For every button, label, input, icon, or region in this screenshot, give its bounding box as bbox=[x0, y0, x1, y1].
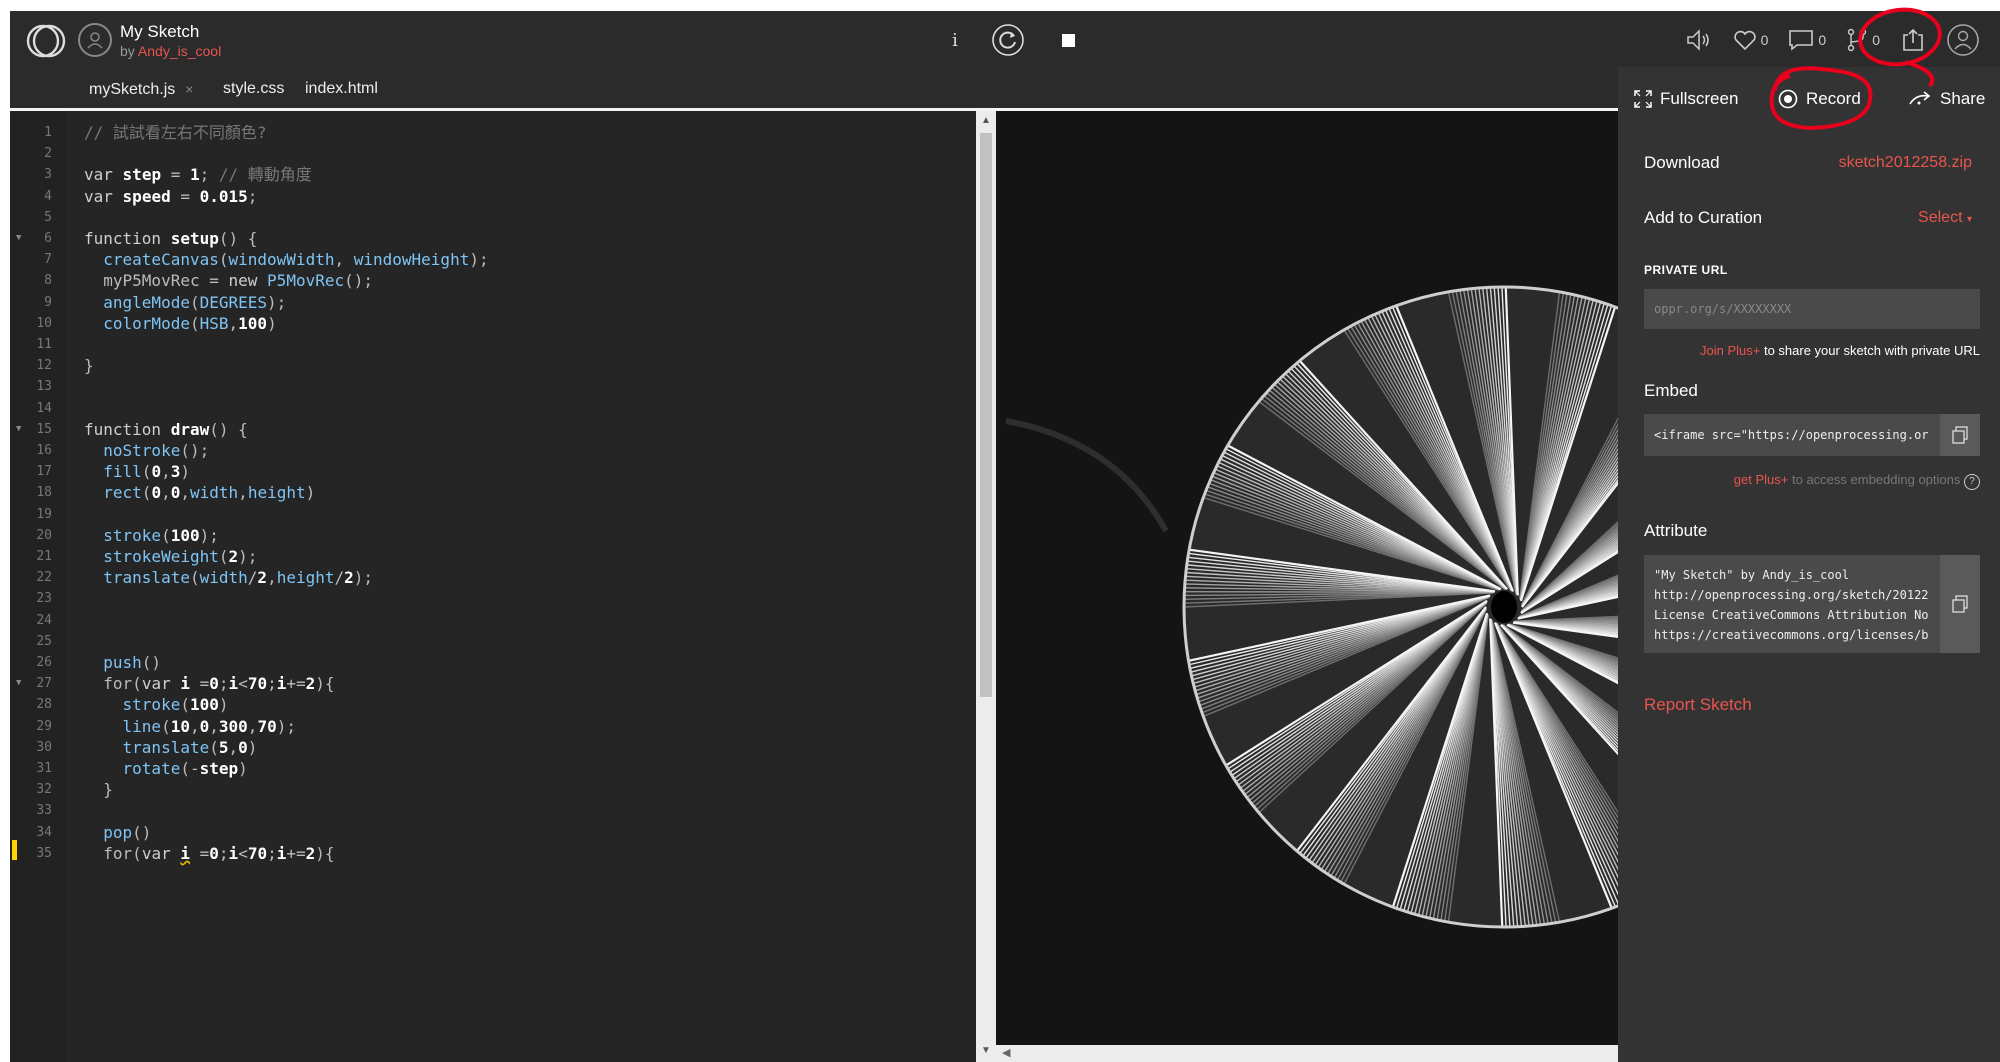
app-window: My Sketch by Andy_is_cool i 0 0 0 mySket… bbox=[10, 11, 2000, 1062]
share-button[interactable] bbox=[1900, 27, 1926, 53]
user-avatar-icon bbox=[1947, 24, 1979, 56]
embed-code-field[interactable]: <iframe src="https://openprocessing.or bbox=[1644, 414, 1980, 456]
attribute-line: http://openprocessing.org/sketch/20122 bbox=[1654, 588, 1929, 602]
comments-button[interactable]: 0 bbox=[1788, 29, 1826, 51]
fork-icon bbox=[1848, 28, 1867, 52]
get-plus-link[interactable]: get Plus+ bbox=[1734, 472, 1789, 487]
embed-label: Embed bbox=[1644, 381, 1698, 400]
private-url-input[interactable]: oppr.org/s/XXXXXXXX bbox=[1644, 289, 1980, 329]
file-tabs: mySketch.js × style.css index.html bbox=[10, 69, 1618, 111]
get-plus-note: get Plus+ to access embedding options ? bbox=[1734, 472, 1980, 490]
copy-attribute-button[interactable] bbox=[1940, 555, 1980, 653]
sketch-canvas[interactable] bbox=[996, 111, 1628, 1045]
fullscreen-icon bbox=[1634, 90, 1652, 108]
forks-button[interactable]: 0 bbox=[1846, 28, 1880, 52]
header-actions: 0 0 0 bbox=[1685, 23, 1980, 57]
sound-button[interactable] bbox=[1685, 28, 1713, 52]
line-number: 35 bbox=[36, 845, 52, 861]
sketch-render bbox=[1005, 285, 1628, 929]
attribute-text: "My Sketch" by Andy_is_cool http://openp… bbox=[1644, 555, 1980, 645]
user-menu-button[interactable] bbox=[1946, 23, 1980, 57]
info-button[interactable]: i bbox=[940, 25, 970, 55]
openprocessing-logo-icon[interactable] bbox=[26, 21, 66, 61]
share-box-icon bbox=[1903, 28, 1923, 51]
likes-count: 0 bbox=[1760, 32, 1769, 48]
comments-count: 0 bbox=[1818, 32, 1827, 48]
help-icon[interactable]: ? bbox=[1964, 474, 1980, 490]
tab-label: mySketch.js bbox=[89, 81, 176, 98]
join-plus-note: Join Plus+ to share your sketch with pri… bbox=[1700, 343, 1980, 358]
record-icon bbox=[1778, 89, 1798, 109]
restart-icon bbox=[992, 24, 1024, 56]
sketch-trail bbox=[1005, 418, 1169, 533]
share-panel: Fullscreen Record Share Download sketch2… bbox=[1618, 67, 2000, 1062]
get-plus-text: to access embedding options bbox=[1791, 472, 1961, 487]
copy-icon bbox=[1952, 595, 1968, 613]
join-plus-link[interactable]: Join Plus+ bbox=[1700, 343, 1760, 358]
fullscreen-label: Fullscreen bbox=[1660, 89, 1739, 108]
copy-icon bbox=[1952, 426, 1968, 444]
download-file-link[interactable]: sketch2012258.zip bbox=[1839, 154, 1972, 172]
by-prefix: by bbox=[120, 43, 135, 59]
comment-icon bbox=[1789, 30, 1814, 51]
copy-embed-button[interactable] bbox=[1940, 414, 1980, 456]
embed-code: <iframe src="https://openprocessing.or bbox=[1654, 428, 1929, 442]
tab-index-html[interactable]: index.html bbox=[305, 69, 378, 108]
like-button[interactable]: 0 bbox=[1733, 29, 1769, 51]
fullscreen-button[interactable]: Fullscreen bbox=[1634, 85, 1738, 113]
scrollbar-thumb[interactable] bbox=[980, 133, 992, 697]
download-label: Download bbox=[1644, 153, 1720, 172]
join-plus-text: to share your sketch with private URL bbox=[1763, 343, 1980, 358]
owner-avatar-icon[interactable] bbox=[78, 23, 112, 57]
code-editor[interactable]: 1// 試試看左右不同顏色? 2 3 var step = 1; // 轉動角度 4 va… bbox=[10, 111, 976, 1062]
sketch-center-dot bbox=[1491, 591, 1517, 623]
caret-down-icon: ▾ bbox=[1966, 214, 1972, 225]
editor-scrollbar[interactable]: ▲ ▼ bbox=[976, 111, 996, 1062]
attribute-line: License CreativeCommons Attribution No bbox=[1654, 608, 1929, 622]
author-link[interactable]: Andy_is_cool bbox=[138, 43, 221, 59]
top-bar: My Sketch by Andy_is_cool i 0 0 0 bbox=[10, 11, 2000, 69]
stop-icon bbox=[1061, 33, 1075, 47]
share-link-button[interactable]: Share bbox=[1908, 85, 1985, 113]
attribute-field[interactable]: "My Sketch" by Andy_is_cool http://openp… bbox=[1644, 555, 1980, 653]
forks-count: 0 bbox=[1872, 32, 1880, 48]
tab-label: style.css bbox=[223, 80, 285, 97]
restart-button[interactable] bbox=[990, 24, 1026, 56]
scroll-left-arrow-icon[interactable]: ◀ bbox=[1002, 1046, 1010, 1059]
code-text: for(var i =0;i<70;i+=2){ bbox=[103, 843, 335, 863]
share-arrow-icon bbox=[1909, 91, 1931, 105]
record-label: Record bbox=[1806, 89, 1861, 108]
curation-label: Add to Curation bbox=[1644, 208, 1763, 227]
curation-select[interactable]: Select ▾ bbox=[1918, 209, 1972, 227]
scroll-down-arrow-icon[interactable]: ▼ bbox=[981, 1045, 991, 1056]
byline: by Andy_is_cool bbox=[120, 43, 221, 60]
private-url-heading: PRIVATE URL bbox=[1644, 263, 1728, 277]
code-line[interactable]: 35 for(var i =0;i<70;i+=2){ bbox=[10, 839, 976, 867]
share-label: Share bbox=[1940, 89, 1986, 108]
attribute-label: Attribute bbox=[1644, 521, 1708, 540]
attribute-line: https://creativecommons.org/licenses/b bbox=[1654, 628, 1929, 642]
sketch-drawing bbox=[1182, 285, 1628, 929]
heart-icon bbox=[1733, 30, 1756, 51]
attribute-line: "My Sketch" by Andy_is_cool bbox=[1654, 568, 1850, 582]
report-sketch-link[interactable]: Report Sketch bbox=[1644, 695, 1752, 715]
info-label: i bbox=[952, 29, 958, 51]
sketch-title-block: My Sketch by Andy_is_cool bbox=[120, 21, 221, 60]
speaker-icon bbox=[1686, 29, 1709, 51]
stop-button[interactable] bbox=[1057, 25, 1079, 55]
tab-label: index.html bbox=[305, 80, 378, 97]
record-button[interactable]: Record bbox=[1778, 85, 1861, 113]
scroll-up-arrow-icon[interactable]: ▲ bbox=[981, 115, 991, 126]
warning-marker bbox=[12, 839, 17, 860]
canvas-horizontal-scrollbar[interactable]: ◀ bbox=[996, 1045, 1618, 1062]
tab-mysketch-js[interactable]: mySketch.js × bbox=[89, 69, 193, 108]
curation-select-value: Select bbox=[1918, 209, 1963, 226]
tab-style-css[interactable]: style.css bbox=[223, 69, 284, 108]
close-icon[interactable]: × bbox=[185, 81, 193, 97]
sketch-title[interactable]: My Sketch bbox=[120, 21, 221, 43]
